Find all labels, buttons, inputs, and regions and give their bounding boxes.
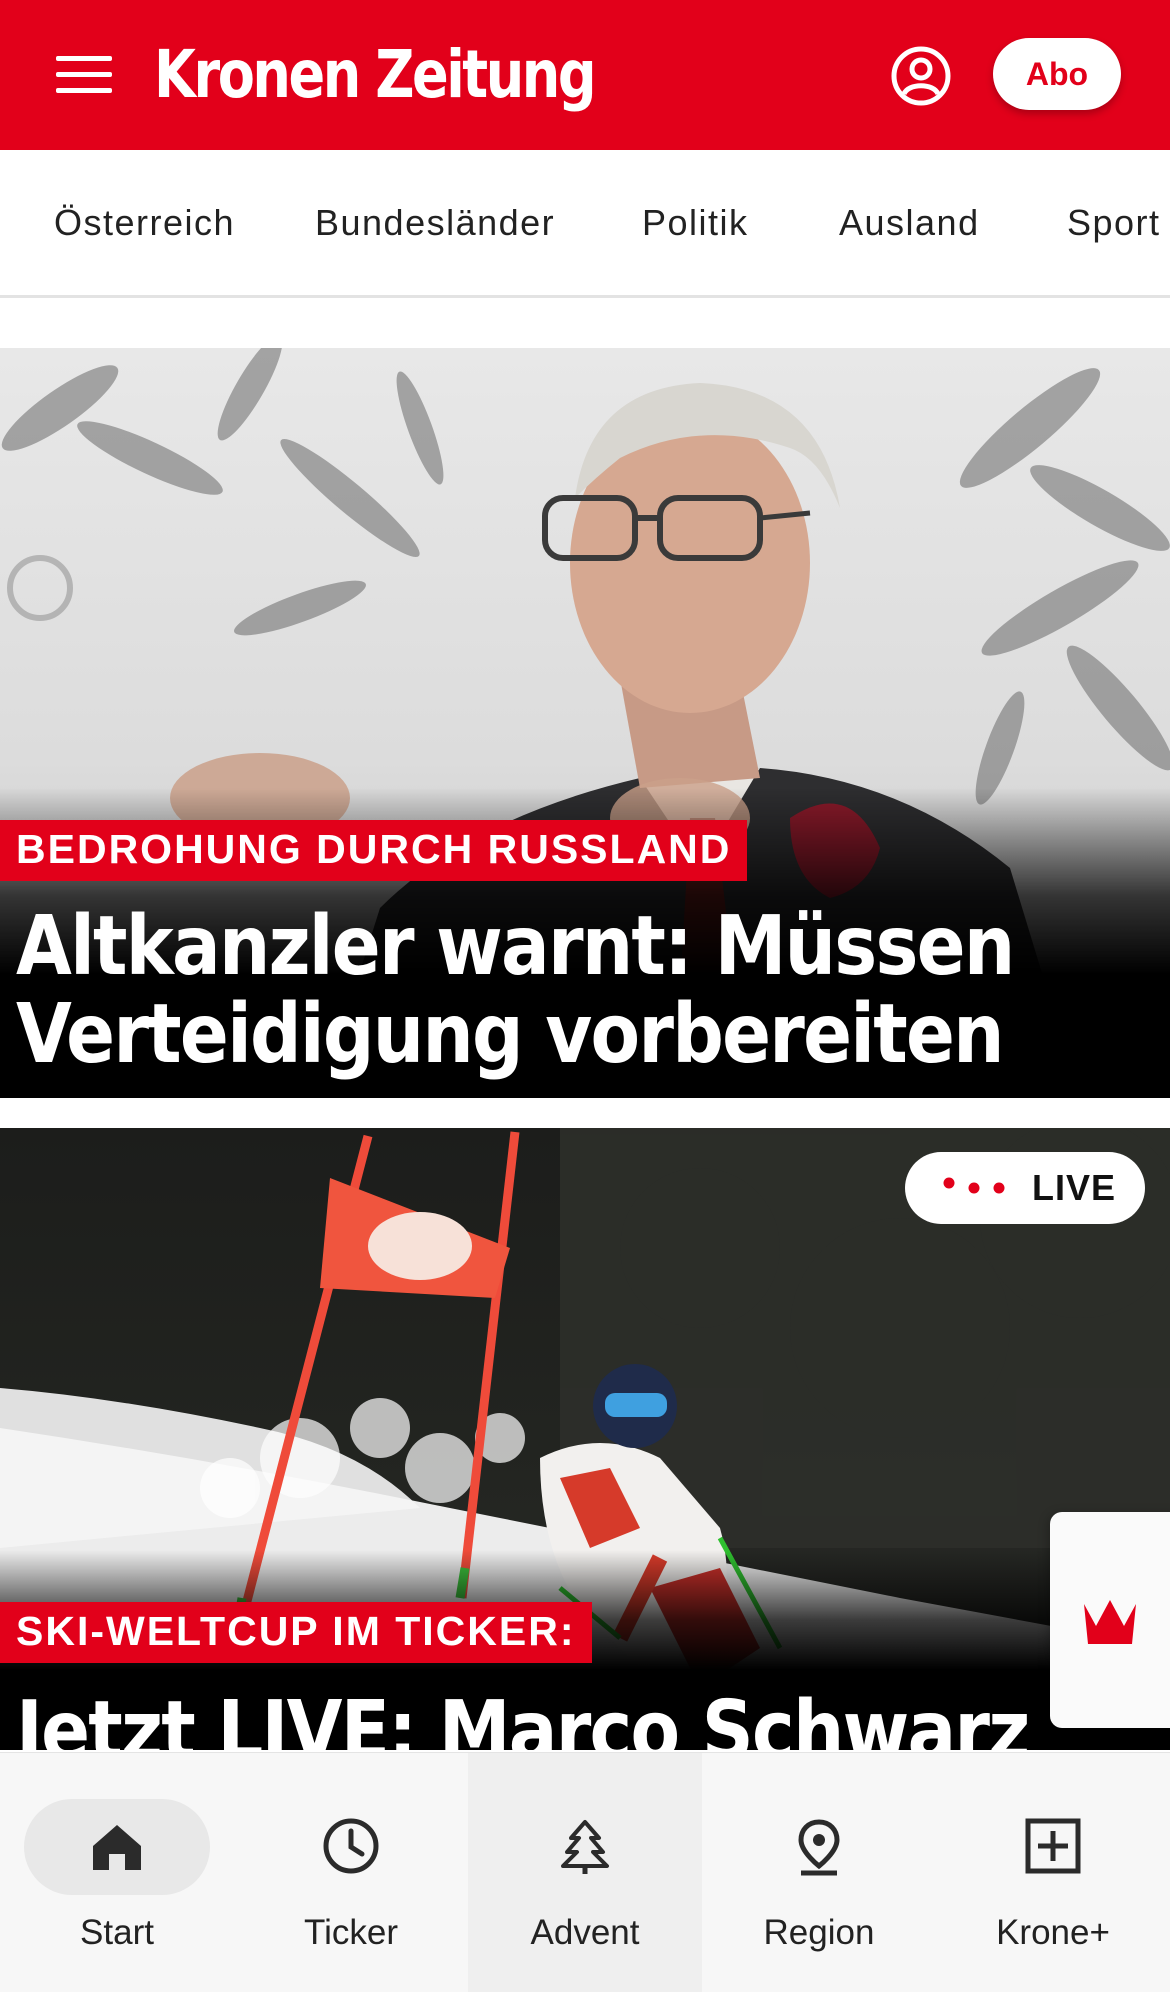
nav-start[interactable]: Start (0, 1753, 234, 1992)
article-headline: Jetzt LIVE: Marco Schwarz (16, 1684, 1030, 1751)
category-oesterreich[interactable]: Österreich (54, 202, 235, 244)
live-label: LIVE (1032, 1167, 1117, 1208)
plus-box-icon (1025, 1818, 1081, 1874)
category-bundeslaender[interactable]: Bundesländer (315, 202, 555, 244)
nav-label: Region (763, 1913, 875, 1952)
krone-plus-side-tab[interactable] (1050, 1512, 1170, 1728)
menu-icon[interactable] (56, 54, 112, 94)
article-kicker: SKI-WELTCUP IM TICKER: (0, 1602, 592, 1663)
article-headline: Altkanzler warnt: Müssen Verteidigung vo… (16, 899, 1015, 1082)
category-nav: Österreich Bundesländer Politik Ausland … (0, 150, 1170, 298)
nav-label: Advent (530, 1913, 640, 1952)
page: Kronen Zeitung Abo Österreich Bundesländ… (0, 0, 1170, 1992)
nav-region[interactable]: Region (702, 1753, 936, 1992)
location-pin-icon (798, 1819, 840, 1876)
article-card[interactable]: LIVE SKI-WELTCUP IM TICKER: Jetzt LIVE: … (0, 1128, 1170, 1750)
account-icon[interactable] (890, 45, 952, 107)
article-card[interactable]: BEDROHUNG DURCH RUSSLAND Altkanzler warn… (0, 348, 1170, 1098)
site-logo[interactable]: Kronen Zeitung (154, 36, 597, 113)
nav-label: Ticker (304, 1913, 398, 1952)
tree-icon (561, 1820, 609, 1874)
headline-line-1: Jetzt LIVE: Marco Schwarz (16, 1684, 1030, 1751)
headline-line-2: Verteidigung vorbereiten (16, 987, 1005, 1082)
category-ausland[interactable]: Ausland (839, 202, 980, 244)
nav-krone-plus[interactable]: Krone+ (936, 1753, 1170, 1992)
nav-ticker[interactable]: Ticker (234, 1753, 468, 1992)
category-politik[interactable]: Politik (642, 202, 749, 244)
bottom-nav: Start Ticker Advent Region Krone+ (0, 1752, 1170, 1992)
nav-label: Krone+ (996, 1913, 1110, 1952)
clock-icon (323, 1818, 379, 1874)
category-sport[interactable]: Sport (1067, 202, 1161, 244)
live-dots-icon (943, 1177, 1005, 1194)
nav-label: Start (80, 1913, 154, 1952)
article-kicker: BEDROHUNG DURCH RUSSLAND (0, 820, 748, 881)
live-badge: LIVE (905, 1152, 1145, 1224)
headline-line-1: Altkanzler warnt: Müssen (16, 899, 1015, 994)
nav-advent[interactable]: Advent (468, 1753, 702, 1992)
crown-icon (1084, 1600, 1136, 1644)
top-header: Kronen Zeitung Abo (0, 0, 1170, 150)
home-icon (93, 1825, 141, 1870)
abo-button[interactable]: Abo (993, 38, 1121, 110)
